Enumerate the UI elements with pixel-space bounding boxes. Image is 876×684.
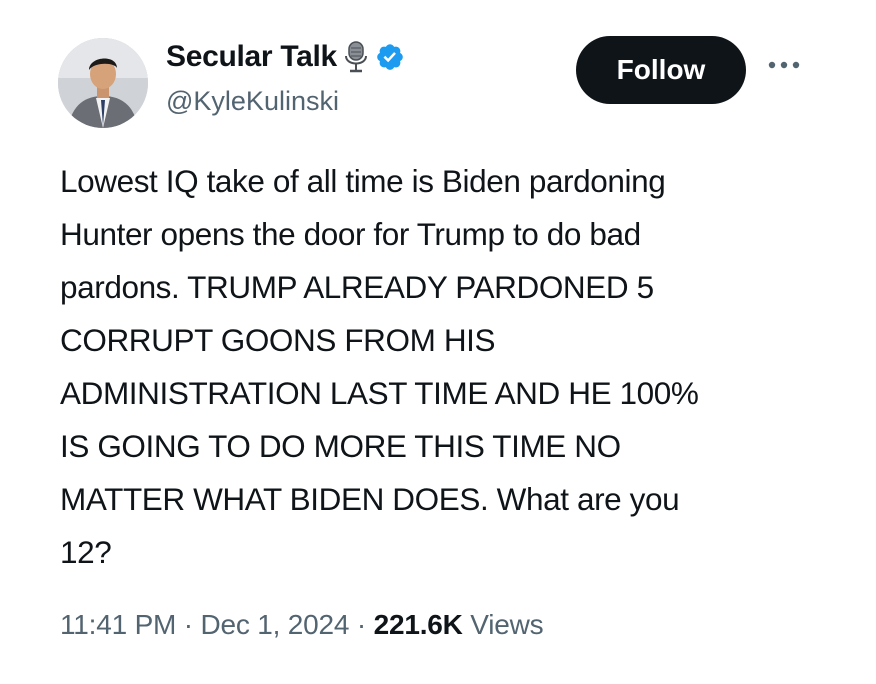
follow-button[interactable]: Follow (576, 36, 746, 104)
tweet-text: Lowest IQ take of all time is Biden pard… (60, 163, 699, 570)
tweet-date[interactable]: Dec 1, 2024 (200, 609, 349, 640)
user-handle[interactable]: @KyleKulinski (166, 86, 339, 117)
tweet-meta: 11:41 PM · Dec 1, 2024 · 221.6K Views (60, 609, 544, 641)
verified-badge-icon[interactable] (375, 42, 405, 72)
meta-separator: · (356, 609, 366, 640)
views-label: Views (470, 609, 544, 640)
more-options-icon[interactable] (766, 58, 802, 72)
display-name[interactable]: Secular Talk (166, 40, 337, 74)
tweet-time[interactable]: 11:41 PM (60, 609, 176, 640)
avatar[interactable] (58, 38, 148, 128)
tweet-card: Secular Talk @KyleKulinski Follow Lowest… (0, 0, 876, 684)
name-row: Secular Talk (166, 38, 405, 76)
meta-separator: · (183, 609, 193, 640)
microphone-icon (343, 40, 369, 74)
views-count: 221.6K (373, 609, 463, 640)
